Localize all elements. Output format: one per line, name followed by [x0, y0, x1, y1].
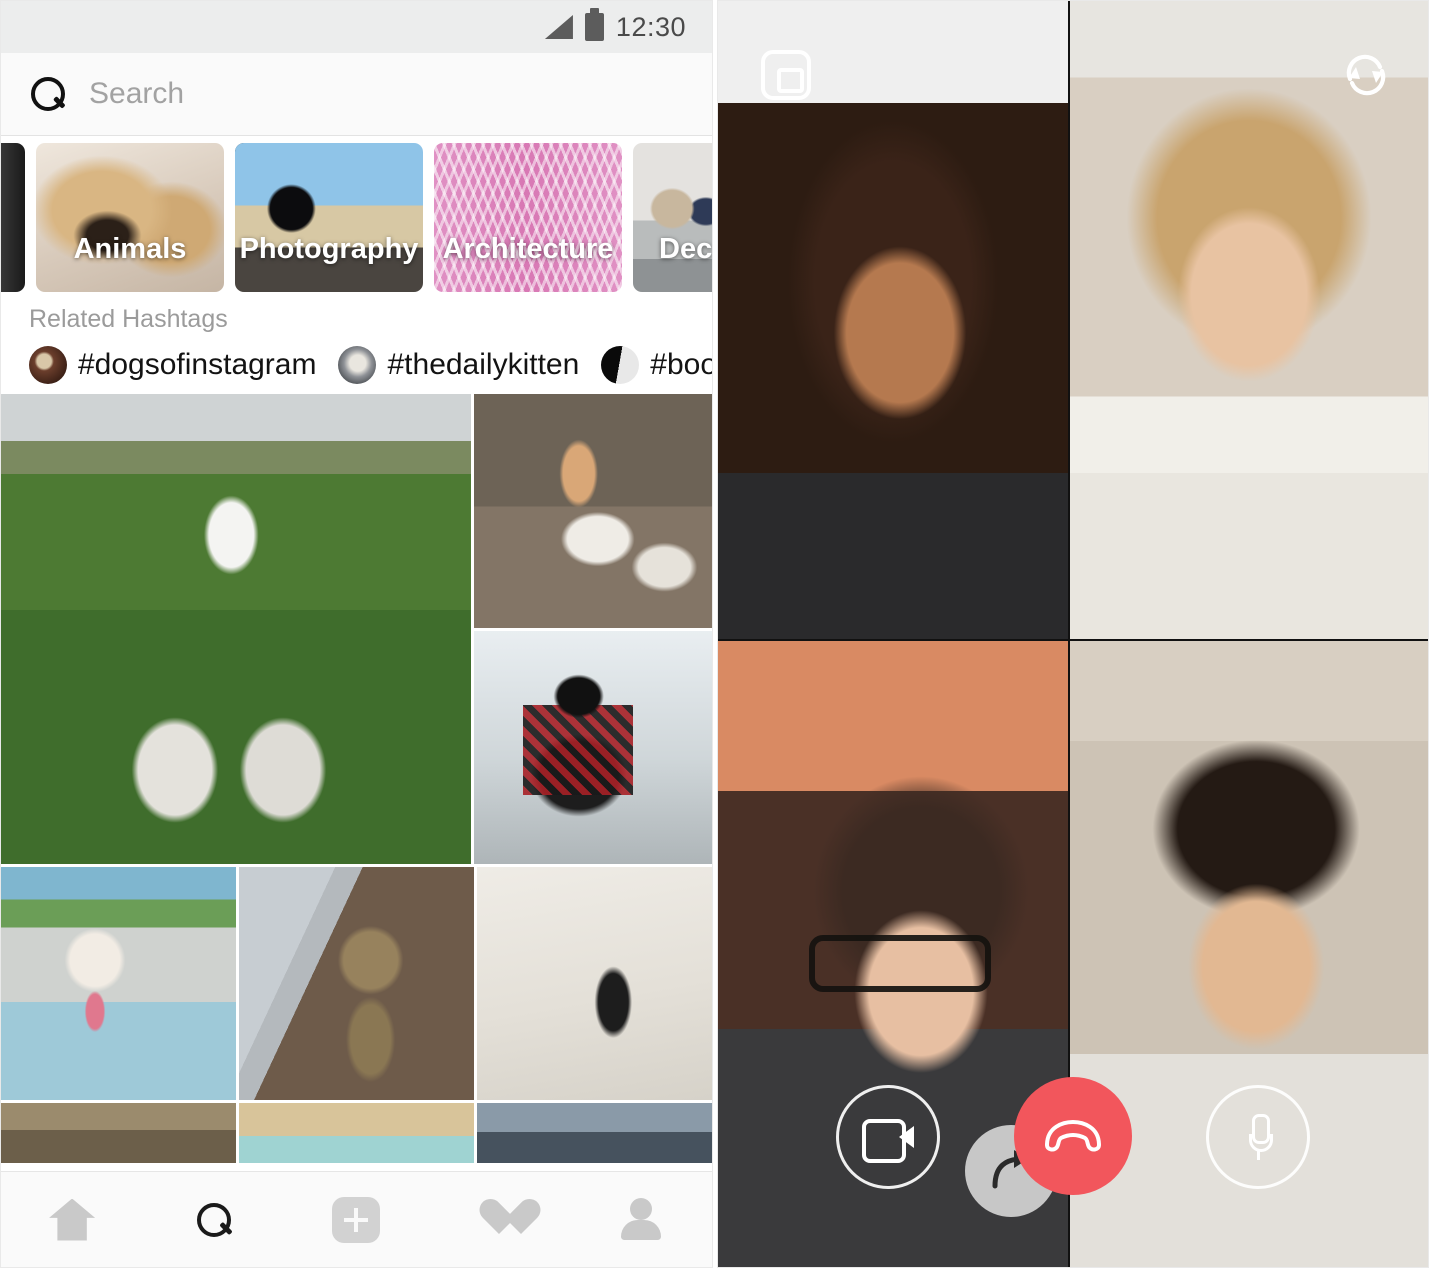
category-chip-photography[interactable]: Photography — [235, 143, 423, 292]
category-chip-decor[interactable]: Dec — [633, 143, 712, 292]
battery-icon — [584, 8, 604, 41]
search-icon — [31, 77, 65, 111]
hashtag-chip-boopmynose[interactable]: #boopmynose — [601, 346, 712, 384]
composite-screenshot: 12:30 Search Animals Photography Archite… — [0, 0, 1429, 1268]
hang-up-button[interactable] — [1014, 1077, 1132, 1195]
category-chip-partial-left[interactable] — [1, 143, 25, 292]
glasses-detail — [809, 935, 991, 992]
picture-in-picture-button[interactable] — [758, 47, 814, 103]
status-bar: 12:30 — [1, 1, 712, 53]
grid-photo-pitbull[interactable] — [1, 867, 236, 1100]
camera-flip-icon — [1340, 49, 1392, 101]
instagram-explore-screen: 12:30 Search Animals Photography Archite… — [0, 0, 713, 1268]
bottom-tab-bar[interactable] — [1, 1171, 712, 1267]
related-hashtags-section: Related Hashtags #dogsofinstagram #theda… — [1, 299, 712, 394]
related-hashtags-title: Related Hashtags — [29, 305, 228, 333]
grid-row — [1, 394, 712, 864]
grid-photo-dog-park[interactable] — [1, 394, 471, 864]
category-chip-label: Dec — [659, 233, 712, 265]
tab-create[interactable] — [326, 1190, 386, 1250]
chip-thumbnail — [1, 143, 25, 292]
hashtag-label: #boopmynose — [650, 348, 712, 381]
hashtag-chip-thedailykitten[interactable]: #thedailykitten — [338, 346, 579, 384]
tab-search[interactable] — [184, 1190, 244, 1250]
plus-icon — [332, 1196, 381, 1243]
category-chip-label: Animals — [73, 233, 187, 265]
category-chip-label: Photography — [239, 233, 419, 265]
grid-photo-cat-closeup[interactable] — [1, 1103, 236, 1163]
hashtag-label: #dogsofinstagram — [78, 348, 317, 381]
call-controls-bar — [718, 1077, 1428, 1217]
explore-photo-grid — [1, 394, 712, 1171]
microphone-stem — [1256, 1151, 1260, 1160]
tab-activity[interactable] — [469, 1190, 529, 1250]
group-video-call-screen — [717, 0, 1429, 1268]
category-chip-architecture[interactable]: Architecture — [434, 143, 622, 292]
status-bar-clock: 12:30 — [615, 11, 686, 42]
flip-camera-button[interactable] — [1338, 47, 1394, 103]
grid-row-partial — [1, 1103, 712, 1163]
video-camera-icon — [862, 1119, 914, 1163]
grid-photo-dog-bed[interactable] — [477, 867, 712, 1100]
search-bar[interactable]: Search — [1, 53, 712, 136]
person-icon — [619, 1198, 663, 1242]
category-chip-row[interactable]: Animals Photography Architecture Dec — [1, 136, 712, 299]
category-chip-label: Architecture — [442, 233, 614, 265]
heart-icon — [477, 1200, 521, 1240]
home-icon — [49, 1198, 96, 1241]
microphone-icon — [1245, 1114, 1273, 1160]
grid-photo-snow-dog[interactable] — [474, 630, 712, 864]
grid-row — [1, 867, 712, 1100]
avatar — [601, 346, 640, 384]
toggle-microphone-button[interactable] — [1206, 1085, 1310, 1189]
tab-profile[interactable] — [611, 1190, 671, 1250]
hashtag-label: #thedailykitten — [387, 348, 580, 381]
grid-photo-cat-laptop[interactable] — [239, 867, 474, 1100]
search-input[interactable]: Search — [89, 77, 184, 111]
grid-photo-dog-blanket[interactable] — [239, 1103, 474, 1163]
tab-home[interactable] — [42, 1190, 102, 1250]
signal-triangle-icon — [544, 15, 573, 39]
avatar — [29, 346, 67, 384]
search-icon — [197, 1202, 232, 1237]
avatar — [338, 346, 377, 384]
grid-column — [474, 394, 712, 864]
related-hashtags-row[interactable]: #dogsofinstagram #thedailykitten #boopmy… — [29, 346, 712, 384]
hashtag-chip-dogsofinstagram[interactable]: #dogsofinstagram — [29, 346, 316, 384]
grid-photo-rabbit[interactable] — [474, 394, 712, 628]
phone-hangup-icon — [1042, 1119, 1104, 1153]
grid-photo-lake[interactable] — [477, 1103, 712, 1163]
category-chip-animals[interactable]: Animals — [36, 143, 224, 292]
toggle-camera-button[interactable] — [836, 1085, 940, 1189]
pip-icon — [761, 50, 811, 100]
